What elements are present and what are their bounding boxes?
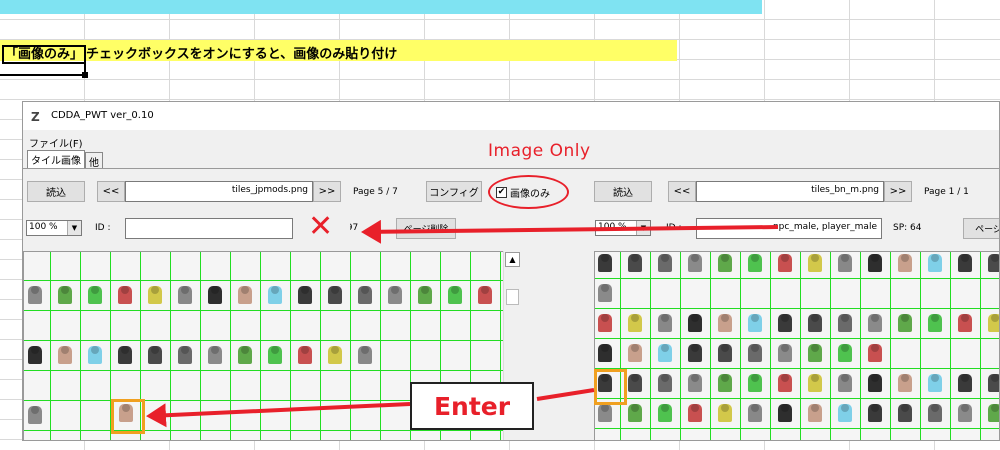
arrow-enter-left — [146, 402, 411, 428]
arrow-enter-right — [536, 388, 595, 401]
annotation-arrows — [146, 219, 779, 428]
arrow-to-sp — [361, 219, 779, 244]
